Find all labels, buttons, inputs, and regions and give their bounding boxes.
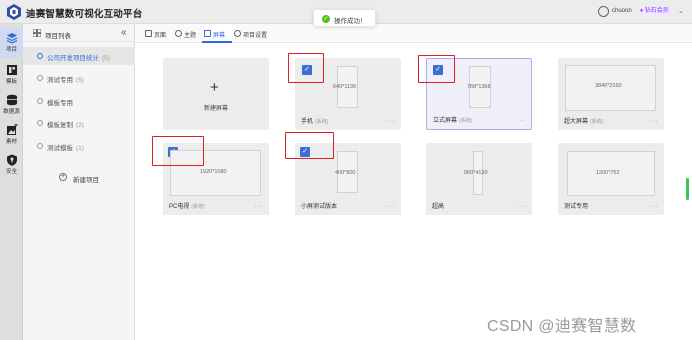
project-item[interactable]: 模板专用 — [23, 92, 135, 110]
screen-name: 小屏测试版本 — [301, 204, 338, 210]
screen-name: 超大屏幕 (系统) — [564, 119, 604, 125]
checkbox-highlight — [285, 132, 334, 159]
tab-theme[interactable]: 主题 — [173, 24, 205, 43]
chevron-down-icon[interactable]: ⌄ — [678, 7, 684, 15]
rail-label: 模板 — [5, 79, 17, 85]
screen-card[interactable]: 3840*2160 超大屏幕 (系统) ··· — [558, 58, 664, 130]
screen-card[interactable]: 960*4130 超高 ··· — [426, 143, 532, 215]
screen-resolution: 960*4130 — [464, 170, 488, 176]
plus-icon: + — [210, 79, 219, 96]
project-icon — [37, 143, 43, 149]
screen-card[interactable]: 1200*752 测试专用 ··· — [558, 143, 664, 215]
shield-icon — [6, 154, 17, 166]
screen-resolution: 400*800 — [335, 170, 356, 176]
project-item[interactable]: 测试专用 (5) — [23, 69, 135, 87]
project-icon — [37, 53, 43, 59]
screen-name: PC电视 (系统) — [169, 204, 205, 210]
vip-badge[interactable]: ♦ 钻石会员 — [637, 6, 673, 17]
app-logo-icon — [7, 4, 21, 20]
more-icon[interactable]: ··· — [650, 118, 659, 125]
project-label: 测试模板 (1) — [47, 145, 84, 152]
project-label: 模板专用 — [47, 100, 73, 107]
more-icon[interactable]: ··· — [255, 203, 264, 210]
project-panel: 项目列表 « 公司开发项目统计 (5) 测试专用 (5) 模板专用 模板复制 (2) … — [23, 24, 135, 340]
theme-icon — [175, 30, 182, 37]
more-icon[interactable]: ··· — [650, 203, 659, 210]
settings-icon — [234, 30, 241, 37]
user-avatar-icon[interactable] — [598, 6, 609, 17]
screen-resolution: 1200*752 — [596, 170, 620, 176]
checkbox-highlight — [288, 53, 324, 83]
new-screen-card[interactable]: + 新建屏幕 — [163, 58, 269, 130]
rail-item-project[interactable]: 项目 — [0, 28, 23, 58]
watermark: CSDN @迪赛智慧数 — [487, 318, 637, 335]
rail-item-datasource[interactable]: 数据源 — [0, 90, 23, 120]
screen-resolution: 1920*1080 — [200, 169, 227, 175]
grid-icon — [33, 29, 41, 37]
image-add-icon — [6, 124, 17, 135]
vip-label: 钻石会员 — [644, 8, 669, 14]
rail-label: 素材 — [5, 139, 17, 145]
panel-header: 项目列表 « — [23, 24, 135, 42]
screen-name: 测试专用 — [564, 204, 589, 210]
project-icon — [37, 120, 43, 126]
rail-label: 安全 — [5, 169, 17, 175]
more-icon[interactable]: ··· — [387, 203, 396, 210]
screen-resolution: 768*1368 — [467, 84, 491, 90]
success-toast: ✓ 操作成功！ — [313, 9, 376, 27]
project-label: 公司开发项目统计 (5) — [47, 55, 110, 62]
tab-screens[interactable]: 屏幕 — [202, 24, 232, 43]
plus-circle-icon: + — [59, 173, 67, 181]
screen-resolution: 640*1136 — [333, 84, 357, 90]
tab-label: 项目设置 — [243, 33, 268, 39]
layers-icon — [6, 33, 17, 44]
scrollbar-thumb[interactable] — [686, 178, 689, 200]
project-icon — [37, 98, 43, 104]
project-icon — [37, 75, 43, 81]
rail-label: 数据源 — [3, 109, 20, 115]
project-label: 模板复制 (2) — [47, 122, 84, 129]
collapse-panel-button[interactable]: « — [121, 27, 127, 38]
template-icon — [6, 65, 17, 75]
checkbox-highlight — [418, 55, 455, 83]
more-icon[interactable]: ··· — [517, 117, 526, 124]
screen-name: 超高 — [432, 204, 445, 210]
project-item[interactable]: 公司开发项目统计 (5) — [23, 47, 135, 65]
user-menu[interactable]: chuoon ♦ 钻石会员 ⌄ — [598, 6, 686, 18]
check-circle-icon: ✓ — [322, 15, 330, 23]
tab-label: 页面 — [154, 33, 167, 39]
project-item[interactable]: 测试模板 (1) — [23, 137, 135, 155]
new-project-button[interactable]: + 新建项目 — [59, 172, 119, 184]
monitor-icon — [204, 30, 211, 37]
rail-label: 项目 — [5, 47, 17, 53]
screen-name: 立式屏幕 (系统) — [433, 118, 473, 124]
screen-resolution: 3840*2160 — [595, 83, 622, 89]
screen-name: 手机 (系统) — [301, 119, 329, 125]
checkbox-highlight — [152, 136, 204, 166]
more-icon[interactable]: ··· — [518, 203, 527, 210]
page-icon — [145, 30, 152, 37]
left-rail: 项目 模板 数据源 素材 安全 — [0, 24, 23, 340]
tab-bar: 页面 主题 屏幕 项目设置 — [135, 24, 692, 43]
database-icon — [6, 94, 17, 106]
tab-label: 主题 — [184, 33, 197, 39]
new-project-label: 新建项目 — [73, 177, 99, 184]
app-title: 迪赛智慧数可视化互动平台 — [26, 9, 143, 20]
rail-item-assets[interactable]: 素材 — [0, 120, 23, 150]
panel-title: 项目列表 — [45, 33, 71, 40]
project-label: 测试专用 (5) — [47, 77, 84, 84]
project-item[interactable]: 模板复制 (2) — [23, 114, 135, 132]
rail-item-template[interactable]: 模板 — [0, 60, 23, 90]
more-icon[interactable]: ··· — [387, 118, 396, 125]
toast-text: 操作成功！ — [334, 18, 367, 25]
tab-label: 屏幕 — [213, 33, 226, 39]
tab-project-settings[interactable]: 项目设置 — [232, 24, 276, 43]
main-content: 页面 主题 屏幕 项目设置 + 新建屏幕 ✓ 640*1136 手机 (系统) ·… — [135, 24, 692, 340]
username[interactable]: chuoon — [612, 8, 632, 14]
new-screen-label: 新建屏幕 — [203, 106, 228, 112]
rail-item-security[interactable]: 安全 — [0, 150, 23, 180]
tab-pages[interactable]: 页面 — [143, 24, 175, 43]
